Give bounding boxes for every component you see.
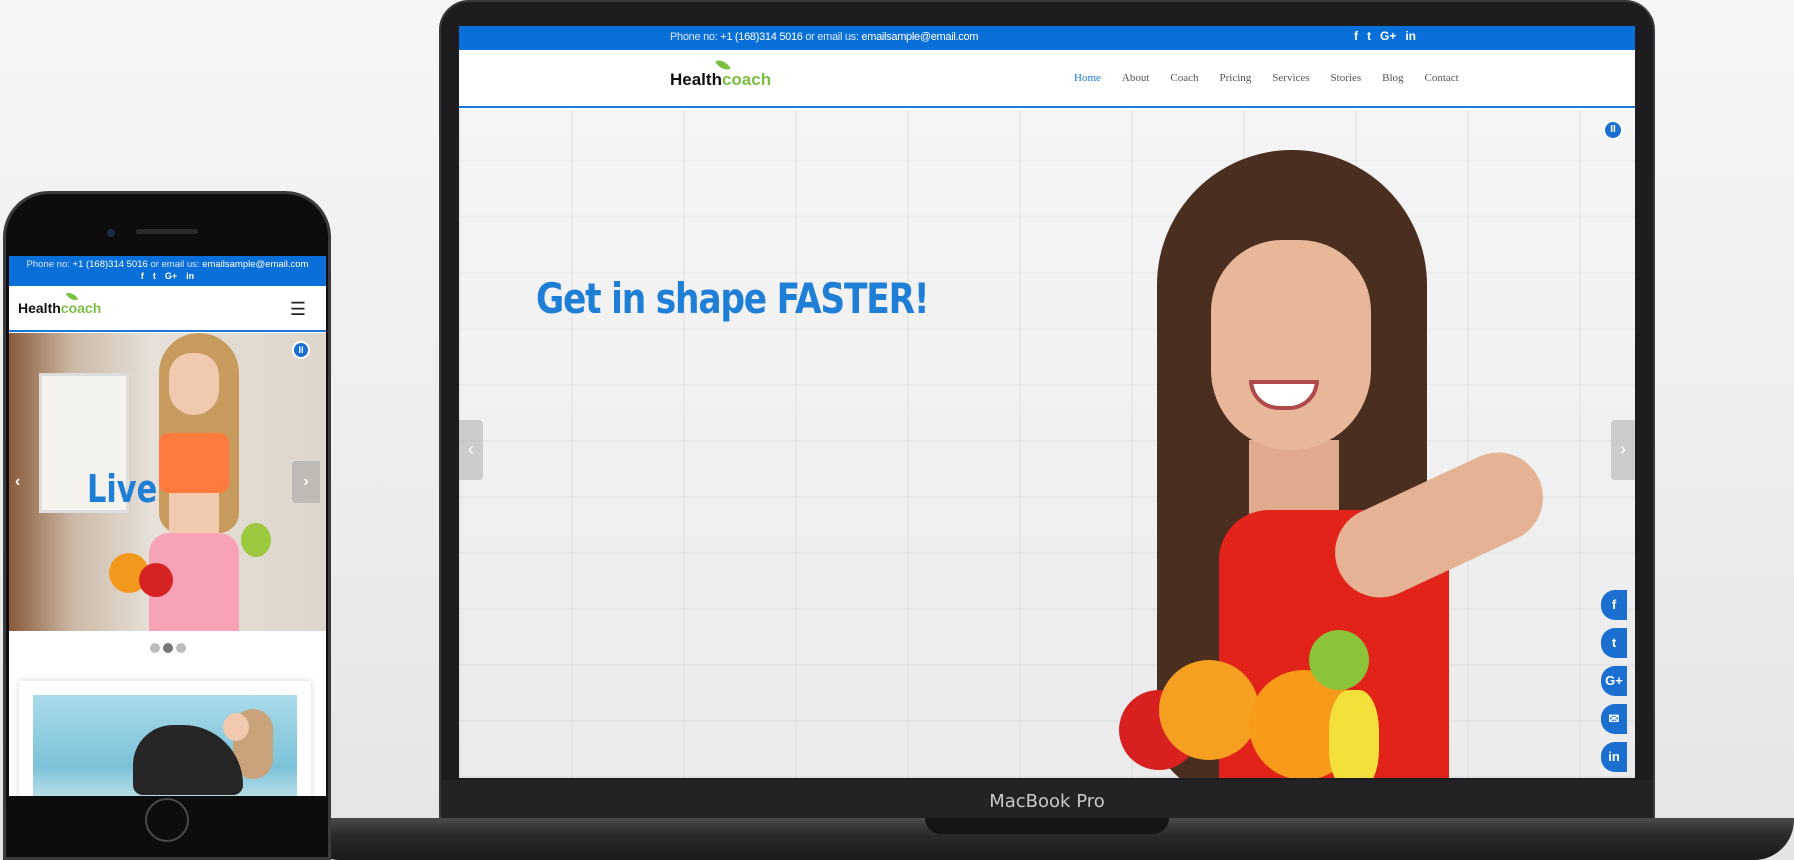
share-linkedin-icon[interactable]: in [1601, 742, 1627, 772]
phone-hero-slider: Live II ‹ › [9, 333, 326, 631]
phone-prefix: Phone no: [670, 31, 718, 43]
facebook-icon[interactable]: f [1354, 29, 1358, 43]
google-plus-icon[interactable]: G+ [165, 271, 177, 281]
logo-health: Health [18, 300, 61, 316]
nav-coach[interactable]: Coach [1170, 72, 1198, 84]
nav-home[interactable]: Home [1074, 72, 1101, 84]
phone-prefix: Phone no: [26, 259, 70, 270]
home-button[interactable] [145, 798, 189, 842]
laptop-topbar: Phone no: +1 (168)314 5016 or email us: … [459, 26, 1635, 50]
slider-dot[interactable] [149, 643, 160, 653]
topbar-social: f t G+ in [1354, 29, 1416, 43]
slider-next-button[interactable]: › [1611, 420, 1635, 480]
phone-speaker [136, 229, 198, 234]
linkedin-icon[interactable]: in [186, 271, 194, 281]
logo-coach: coach [60, 300, 102, 316]
hero-slider: Get in shape FASTER! II ‹ › f t G+ ✉ in [459, 110, 1635, 778]
twitter-icon[interactable]: t [1367, 29, 1371, 43]
linkedin-icon[interactable]: in [1405, 29, 1416, 43]
slider-dots [9, 643, 326, 653]
nav-blog[interactable]: Blog [1382, 72, 1403, 84]
camera-icon [107, 229, 115, 237]
pause-icon[interactable]: II [292, 341, 310, 359]
phone-number[interactable]: +1 (168)314 5016 [73, 259, 148, 270]
site-logo[interactable]: Healthcoach [670, 56, 772, 90]
slider-dot[interactable] [175, 643, 186, 653]
contact-info: Phone no: +1 (168)314 5016 or email us: … [670, 31, 978, 43]
share-twitter-icon[interactable]: t [1601, 628, 1627, 658]
slider-next-button[interactable]: › [292, 461, 320, 503]
share-google-plus-icon[interactable]: G+ [1601, 666, 1627, 696]
share-email-icon[interactable]: ✉ [1601, 704, 1627, 734]
logo-coach: coach [721, 70, 772, 89]
hero-headline: Get in shape FASTER! [536, 274, 930, 323]
pause-icon[interactable]: II [1603, 120, 1623, 140]
laptop-screen: Phone no: +1 (168)314 5016 or email us: … [459, 26, 1635, 778]
nav-pricing[interactable]: Pricing [1220, 72, 1252, 84]
fruit-bowl [1099, 630, 1399, 778]
nav-about[interactable]: About [1122, 72, 1150, 84]
email-prefix: or email us: [805, 31, 859, 43]
card-image-workout [33, 695, 297, 796]
main-nav: Home About Coach Pricing Services Storie… [1074, 72, 1459, 84]
logo-health: Health [670, 70, 722, 89]
nav-stories[interactable]: Stories [1331, 72, 1362, 84]
phone-hero-headline: Live [87, 467, 158, 511]
email-prefix: or email us: [150, 259, 200, 270]
email-link[interactable]: emailsample@email.com [202, 259, 308, 270]
facebook-icon[interactable]: f [141, 271, 144, 281]
nav-contact[interactable]: Contact [1425, 72, 1459, 84]
twitter-icon[interactable]: t [153, 271, 156, 281]
share-facebook-icon[interactable]: f [1601, 590, 1627, 620]
laptop-header: Healthcoach Home About Coach Pricing Ser… [459, 50, 1635, 108]
laptop-notch [925, 818, 1169, 834]
google-plus-icon[interactable]: G+ [1380, 29, 1396, 43]
email-link[interactable]: emailsample@email.com [861, 31, 978, 43]
hamburger-menu-icon[interactable]: ☰ [290, 299, 306, 320]
slider-dot-active[interactable] [162, 643, 173, 653]
nav-services[interactable]: Services [1272, 72, 1309, 84]
slider-prev-button[interactable]: ‹ [15, 473, 20, 491]
phone-topbar: Phone no: +1 (168)314 5016 or email us: … [9, 256, 326, 286]
phone-number[interactable]: +1 (168)314 5016 [720, 31, 803, 43]
slider-prev-button[interactable]: ‹ [459, 420, 483, 480]
site-logo[interactable]: Healthcoach [18, 289, 102, 316]
hero-image-woman [1099, 150, 1559, 778]
phone-screen: Phone no: +1 (168)314 5016 or email us: … [9, 256, 326, 796]
phone-header: Healthcoach ☰ [9, 286, 326, 332]
device-label: MacBook Pro [989, 791, 1105, 812]
phone-contact-info: Phone no: +1 (168)314 5016 or email us: … [9, 256, 326, 270]
content-card[interactable] [19, 681, 311, 796]
floating-share-bar: f t G+ ✉ in [1601, 590, 1629, 772]
phone-topbar-social: f t G+ in [9, 271, 326, 281]
